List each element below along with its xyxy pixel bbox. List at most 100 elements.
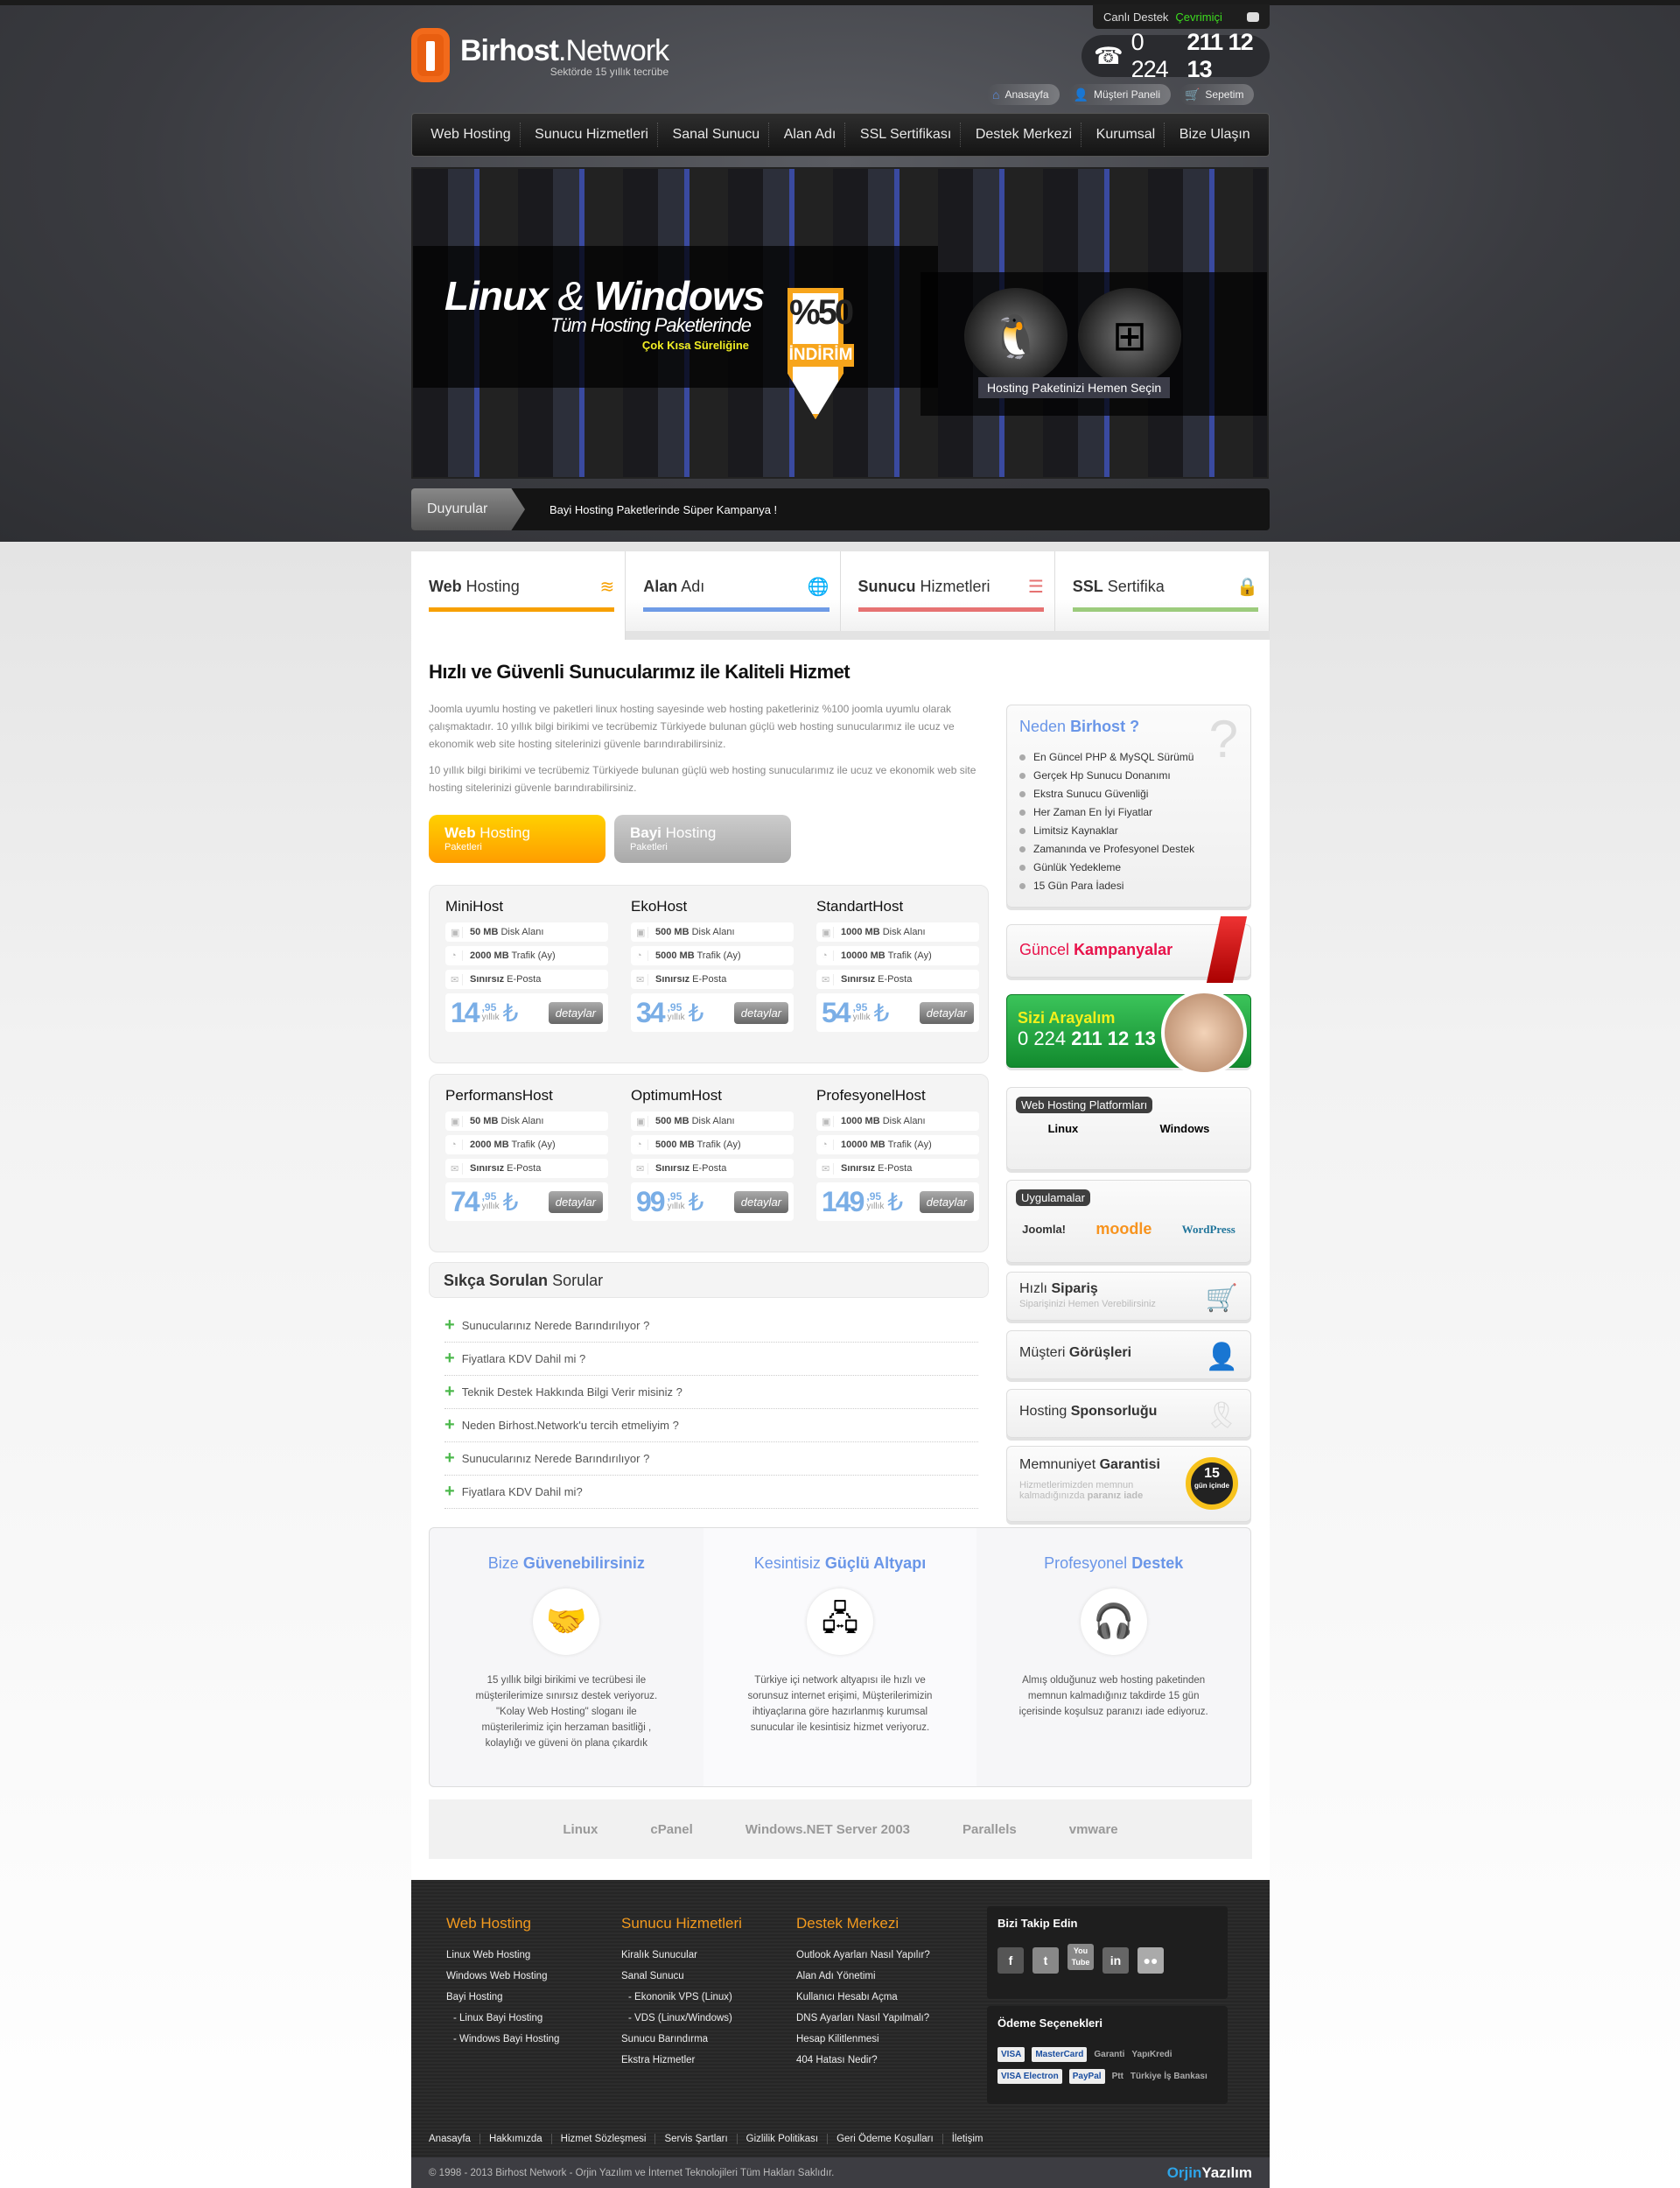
flickr-icon[interactable]: ●● xyxy=(1138,1947,1164,1974)
price-cents: ,95 xyxy=(866,1190,882,1203)
tab-ssl[interactable]: SSL Sertifika 🔒 xyxy=(1054,551,1270,631)
logo[interactable]: Birhost.Network Sektörde 15 yıllık tecrü… xyxy=(411,28,669,82)
nav-virtual-server[interactable]: Sanal Sunucu xyxy=(664,123,770,147)
hosting-sponsorship-box[interactable]: Hosting Sponsorluğu 🎗 xyxy=(1006,1389,1251,1438)
package-name-a: Optimum xyxy=(631,1087,691,1104)
web-hosting-packages-button[interactable]: Web Hosting Paketleri xyxy=(429,815,606,863)
footer-link[interactable]: Ekstra Hizmetler xyxy=(621,2050,742,2071)
email-label: E-Posta xyxy=(875,1163,913,1174)
footer-link[interactable]: Sanal Sunucu xyxy=(621,1966,742,1987)
twitter-icon[interactable]: t xyxy=(1032,1947,1059,1974)
quick-link-cart[interactable]: 🛒 Sepetim xyxy=(1179,84,1255,105)
details-button[interactable]: detaylar xyxy=(919,1190,974,1213)
disk-label: Disk Alanı xyxy=(879,927,926,937)
email-value: Sınırsız xyxy=(470,1163,505,1174)
nav-domain[interactable]: Alan Adı xyxy=(775,123,846,147)
hero-cta[interactable]: Hosting Paketinizi Hemen Seçin xyxy=(978,377,1171,398)
satisfaction-guarantee-box[interactable]: Memnuniyet Garantisi Hizmetlerimizden me… xyxy=(1006,1446,1251,1522)
hero-title-windows: Windows xyxy=(593,273,765,319)
traffic-value: 10000 MB xyxy=(841,950,886,961)
hero-banner[interactable]: Linux & Windows Tüm Hosting Paketlerinde… xyxy=(411,167,1269,479)
footer-link[interactable]: Sunucu Barındırma xyxy=(621,2029,742,2050)
feature-title: Profesyonel Destek xyxy=(976,1554,1250,1573)
nav-server-services[interactable]: Sunucu Hizmetleri xyxy=(526,123,658,147)
globe-icon: ◔ xyxy=(822,1140,834,1150)
network-icon: 🖧 xyxy=(807,1588,873,1655)
email-value: Sınırsız xyxy=(470,974,505,985)
footer-link[interactable]: - VDS (Linux/Windows) xyxy=(621,2008,742,2029)
quick-link-customer-panel[interactable]: 👤 Müşteri Paneli xyxy=(1068,84,1171,105)
windows-logo-icon[interactable]: ⊞ xyxy=(1078,288,1181,384)
faq-item[interactable]: + Fiyatlara KDV Dahil mi ? xyxy=(444,1343,978,1376)
footer-bottom-link[interactable]: Gizlilik Politikası xyxy=(738,2134,829,2144)
footer-link[interactable]: Bayi Hosting xyxy=(446,1987,559,2008)
customer-reviews-box[interactable]: Müşteri Görüşleri 👤 xyxy=(1006,1330,1251,1379)
quick-link-home[interactable]: ⌂ Anasayfa xyxy=(987,84,1060,105)
joomla-logo[interactable]: Joomla! xyxy=(1022,1223,1066,1236)
details-button[interactable]: detaylar xyxy=(548,1190,603,1213)
faq-item[interactable]: + Teknik Destek Hakkında Bilgi Verir misi… xyxy=(444,1376,978,1409)
wordpress-logo[interactable]: WordPress xyxy=(1182,1223,1236,1237)
footer-link[interactable]: Alan Adı Yönetimi xyxy=(796,1966,930,1987)
linux-penguin-icon[interactable]: 🐧 xyxy=(964,288,1068,384)
footer-bottom-link[interactable]: İletişim xyxy=(943,2134,992,2144)
brand-logo: Linux xyxy=(563,1821,598,1837)
package-name-b: Host xyxy=(690,1087,722,1104)
footer-link[interactable]: Hesap Kilitlenmesi xyxy=(796,2029,930,2050)
facebook-icon[interactable]: f xyxy=(998,1947,1024,1974)
feature-email: ✉ Sınırsız E-Posta xyxy=(816,1159,979,1178)
feature-column: Kesintisiz Güçlü Altyapı 🖧 Türkiye içi n… xyxy=(703,1528,977,1786)
callback-box[interactable]: Sizi Arayalım 0 224 211 12 13 xyxy=(1006,990,1251,1076)
footer-link[interactable]: Linux Web Hosting xyxy=(446,1945,559,1966)
footer-link[interactable]: - Linux Bayi Hosting xyxy=(446,2008,559,2029)
details-button[interactable]: detaylar xyxy=(919,1001,974,1024)
footer-link[interactable]: Kiralık Sunucular xyxy=(621,1945,742,1966)
announcement-text[interactable]: Bayi Hosting Paketlerinde Süper Kampanya… xyxy=(550,503,777,516)
nav-ssl[interactable]: SSL Sertifikası xyxy=(851,123,962,147)
globe-icon: ◔ xyxy=(822,950,834,961)
nav-corporate[interactable]: Kurumsal xyxy=(1088,123,1166,147)
reseller-hosting-packages-button[interactable]: Bayi Hosting Paketleri xyxy=(614,815,791,863)
live-support[interactable]: Canlı Destek Çevrimiçi xyxy=(1093,4,1270,29)
disk-icon: ▣ xyxy=(451,926,463,938)
tab-server-services[interactable]: Sunucu Hizmetleri ☰ xyxy=(840,551,1055,631)
moodle-logo[interactable]: moodle xyxy=(1096,1220,1152,1238)
feature-email: ✉ Sınırsız E-Posta xyxy=(816,970,979,989)
windows-logo[interactable]: Windows xyxy=(1159,1122,1209,1135)
details-button[interactable]: detaylar xyxy=(733,1001,788,1024)
footer-bottom-link[interactable]: Servis Şartları xyxy=(655,2134,738,2144)
footer-link[interactable]: 404 Hatası Nedir? xyxy=(796,2050,930,2071)
faq-item[interactable]: + Fiyatlara KDV Dahil mi? xyxy=(444,1476,978,1509)
tab-domain[interactable]: Alan Adı 🌐 xyxy=(626,551,841,631)
details-button[interactable]: detaylar xyxy=(733,1190,788,1213)
email-label: E-Posta xyxy=(504,974,542,985)
footer-bottom-link[interactable]: Hakkımızda xyxy=(480,2134,552,2144)
linux-logo[interactable]: Linux xyxy=(1048,1122,1079,1135)
faq-item[interactable]: + Sunucularınız Nerede Barındırılıyor ? xyxy=(444,1309,978,1343)
nav-web-hosting[interactable]: Web Hosting xyxy=(422,123,521,147)
campaigns-box[interactable]: Güncel Kampanyalar xyxy=(1006,916,1251,983)
footer-link[interactable]: - Windows Bayi Hosting xyxy=(446,2029,559,2050)
nav-support[interactable]: Destek Merkezi xyxy=(967,123,1082,147)
footer-link[interactable]: Outlook Ayarları Nasıl Yapılır? xyxy=(796,1945,930,1966)
footer-link[interactable]: Windows Web Hosting xyxy=(446,1966,559,1987)
youtube-icon[interactable]: You Tube xyxy=(1068,1944,1094,1970)
footer-bottom-link[interactable]: Anasayfa xyxy=(429,2134,480,2144)
footer-link[interactable]: Kullanıcı Hesabı Açma xyxy=(796,1987,930,2008)
plus-icon: + xyxy=(444,1415,455,1434)
linkedin-icon[interactable]: in xyxy=(1102,1947,1129,1974)
disk-icon: ▣ xyxy=(822,1115,834,1127)
globe-icon: ◔ xyxy=(451,1140,463,1150)
quick-order-box[interactable]: Hızlı Sipariş Siparişinizi Hemen Verebil… xyxy=(1006,1272,1251,1321)
footer-bottom-link[interactable]: Hizmet Sözleşmesi xyxy=(552,2134,656,2144)
faq-item[interactable]: + Neden Birhost.Network'u tercih etmeliyi… xyxy=(444,1409,978,1442)
footer-link[interactable]: DNS Ayarları Nasıl Yapılmalı? xyxy=(796,2008,930,2029)
faq-item[interactable]: + Sunucularınız Nerede Barındırılıyor ? xyxy=(444,1442,978,1476)
footer-bottom-link[interactable]: Geri Ödeme Koşulları xyxy=(828,2134,943,2144)
details-button[interactable]: detaylar xyxy=(548,1001,603,1024)
package-name: EkoHost xyxy=(631,898,794,915)
footer-link[interactable]: - Ekononik VPS (Linux) xyxy=(621,1987,742,2008)
tab-web-hosting[interactable]: Web Hosting ≋ xyxy=(411,551,626,640)
nav-contact[interactable]: Bize Ulaşın xyxy=(1171,123,1259,147)
orjin-logo[interactable]: OrjinYazılım xyxy=(1167,2164,1252,2182)
